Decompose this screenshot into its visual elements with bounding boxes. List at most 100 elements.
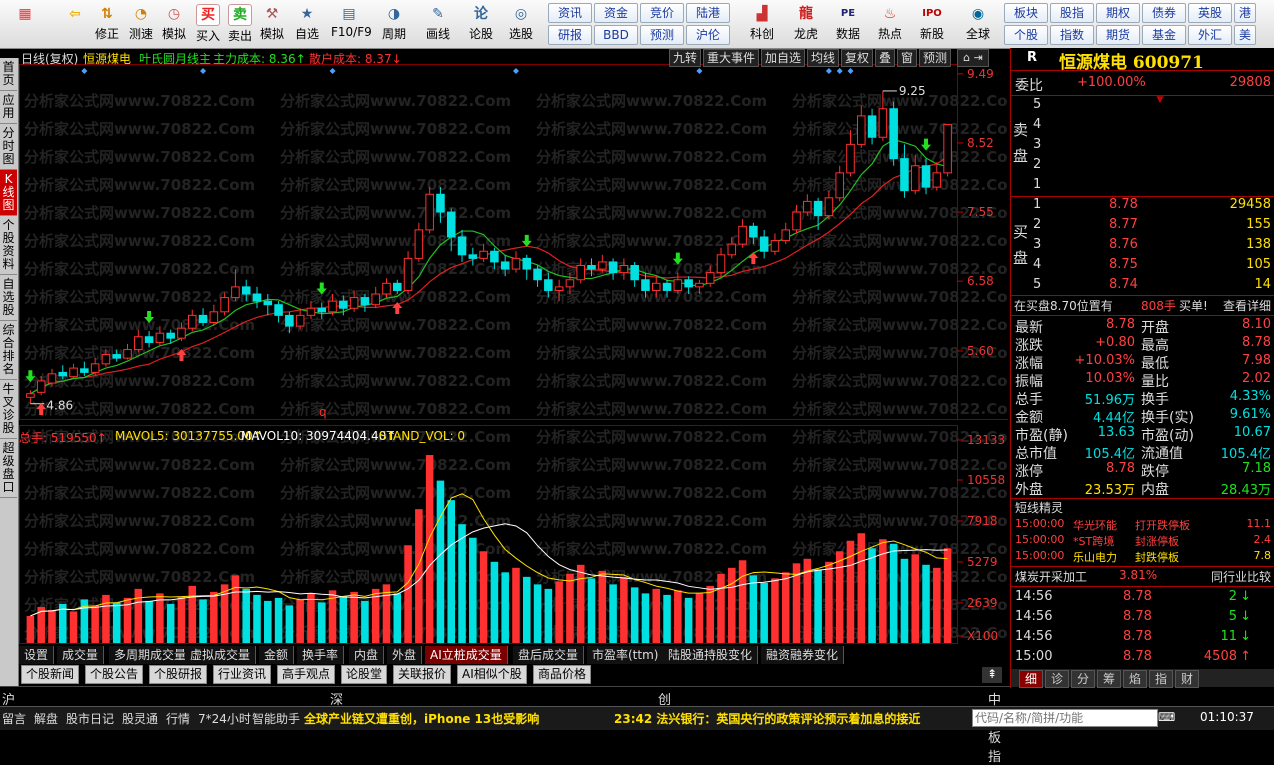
toolbar-small-button-1-2[interactable]: 预测: [640, 25, 684, 45]
indicator-tab-8[interactable]: AI立桩成交量: [425, 646, 508, 664]
toolbar-button-3[interactable]: ◔ 测速: [123, 2, 159, 46]
chart-button-5[interactable]: 叠: [875, 49, 896, 67]
panel-tab-5[interactable]: 指: [1149, 670, 1173, 688]
chart-button-2[interactable]: 加自选: [761, 49, 806, 67]
leftnav-item-7[interactable]: 牛叉诊股: [0, 380, 17, 439]
toolbar-market-button-0-4[interactable]: 英股: [1188, 3, 1232, 23]
toolbar-button-9[interactable]: ▤ F10/F9: [331, 2, 372, 46]
toolbar-button-12[interactable]: 论论股: [463, 2, 499, 46]
toolbar-button-0[interactable]: ▦: [2, 2, 48, 46]
info-tab-4[interactable]: 高手观点: [277, 665, 336, 684]
toolbar-market-button-0-5[interactable]: 港: [1234, 3, 1256, 23]
panel-tab-4[interactable]: 焰: [1123, 670, 1147, 688]
toolbar-small-button-0-2[interactable]: 竞价: [640, 3, 684, 23]
chart-button-3[interactable]: 均线: [807, 49, 840, 67]
toolbar-button-8[interactable]: ★ 自选: [289, 2, 325, 46]
leftnav-item-4[interactable]: 个股资料: [0, 216, 17, 275]
info-tab-7[interactable]: AI相似个股: [457, 665, 527, 684]
chart-button-6[interactable]: 窗: [897, 49, 918, 67]
toolbar-icon-button-0[interactable]: ▟ 科创: [742, 2, 782, 46]
indicator-tab-4[interactable]: 金额: [259, 646, 295, 664]
toolbar-small-button-0-3[interactable]: 陆港: [686, 3, 730, 23]
indicator-tab-11[interactable]: 陆股通持股变化: [663, 646, 759, 664]
panel-tab-2[interactable]: 分: [1071, 670, 1095, 688]
status-item-6[interactable]: 智能助手: [252, 710, 300, 727]
status-item-4[interactable]: 行情: [166, 710, 190, 727]
indicator-tab-12[interactable]: 融资融券变化: [761, 646, 845, 664]
leftnav-item-2[interactable]: 分时图: [0, 124, 17, 170]
leftnav-item-3[interactable]: K线图: [0, 170, 17, 216]
toolbar-market-button-1-4[interactable]: 外汇: [1188, 25, 1232, 45]
toolbar-icon-button-1[interactable]: 龍龙虎: [786, 2, 826, 46]
leftnav-item-5[interactable]: 自选股: [0, 275, 17, 321]
news-ticker-1[interactable]: 全球产业链又遭重创，iPhone 13也受影响: [304, 710, 539, 727]
indicator-tab-2[interactable]: 多周期成交量: [109, 646, 193, 664]
indicator-tab-6[interactable]: 内盘: [349, 646, 385, 664]
status-item-1[interactable]: 解盘: [34, 710, 58, 727]
chart-button-7[interactable]: 预测: [919, 49, 952, 67]
chart-button-0[interactable]: 九转: [669, 49, 702, 67]
spirit-stock[interactable]: 乐山电力: [1073, 549, 1117, 565]
leftnav-item-6[interactable]: 综合排名: [0, 321, 17, 380]
toolbar-button-11[interactable]: ✎ 画线: [420, 2, 456, 46]
toolbar-small-button-0-1[interactable]: 资金: [594, 3, 638, 23]
info-tab-3[interactable]: 行业资讯: [213, 665, 272, 684]
leftnav-item-0[interactable]: 首页: [0, 58, 17, 91]
panel-tab-0[interactable]: 细: [1019, 670, 1043, 688]
quick-search-input[interactable]: [972, 709, 1158, 727]
kline-chart-area[interactable]: 分析家公式网www.70822.Com 分析家公式网www.70822.Com 分析…: [19, 48, 1023, 670]
chart-button-4[interactable]: 复权: [841, 49, 874, 67]
toolbar-button-6[interactable]: 卖卖出: [222, 2, 258, 46]
toolbar-market-button-1-5[interactable]: 美: [1234, 25, 1256, 45]
indicator-tab-0[interactable]: 设置: [19, 646, 55, 664]
toolbar-market-button-1-2[interactable]: 期货: [1096, 25, 1140, 45]
toolbar-icon-button-2[interactable]: PE 数据: [828, 2, 868, 46]
status-item-5[interactable]: 7*24小时: [198, 710, 251, 727]
toolbar-button-7[interactable]: ⚒ 模拟: [254, 2, 290, 46]
status-item-0[interactable]: 留言: [2, 710, 26, 727]
news-ticker-2[interactable]: 23:42 法兴银行：英国央行的政策评论预示着加息的接近: [614, 710, 920, 727]
status-item-3[interactable]: 股灵通: [122, 710, 158, 727]
chart-close-icon[interactable]: ⌂ ⇥: [957, 49, 989, 67]
indicator-tab-9[interactable]: 盘后成交量: [513, 646, 585, 664]
toolbar-button-5[interactable]: 买买入: [190, 2, 226, 46]
toolbar-button-13[interactable]: ◎ 选股: [503, 2, 539, 46]
toolbar-small-button-1-0[interactable]: 研报: [548, 25, 592, 45]
toolbar-button-2[interactable]: ⇅ 修正: [89, 2, 125, 46]
info-tab-6[interactable]: 关联报价: [393, 665, 452, 684]
toolbar-small-button-0-0[interactable]: 资讯: [548, 3, 592, 23]
toolbar-icon-button-5[interactable]: ◉ 全球: [958, 2, 998, 46]
toolbar-market-button-0-1[interactable]: 股指: [1050, 3, 1094, 23]
kline-chart-svg[interactable]: 分析家公式网www.70822.Com 分析家公式网www.70822.Com 分析…: [19, 48, 1023, 670]
toolbar-market-button-0-0[interactable]: 板块: [1004, 3, 1048, 23]
toolbar-market-button-1-0[interactable]: 个股: [1004, 25, 1048, 45]
tabs-up-arrow-icon[interactable]: ⇞: [982, 667, 1002, 683]
panel-tab-3[interactable]: 筹: [1097, 670, 1121, 688]
toolbar-button-4[interactable]: ◷ 模拟: [156, 2, 192, 46]
leftnav-item-1[interactable]: 应用: [0, 91, 17, 124]
info-tab-0[interactable]: 个股新闻: [21, 665, 80, 684]
indicator-tab-3[interactable]: 虚拟成交量: [185, 646, 257, 664]
search-icon[interactable]: ⌨: [1158, 710, 1175, 724]
industry-compare-link[interactable]: 同行业比较: [1211, 568, 1271, 585]
info-tab-5[interactable]: 论股堂: [341, 665, 388, 684]
spirit-stock[interactable]: 华光环能: [1073, 517, 1117, 533]
toolbar-market-button-0-3[interactable]: 债券: [1142, 3, 1186, 23]
spirit-stock[interactable]: *ST跨境: [1073, 533, 1114, 549]
panel-tab-1[interactable]: 诊: [1045, 670, 1069, 688]
industry-name[interactable]: 煤炭开采加工: [1015, 568, 1087, 585]
toolbar-button-10[interactable]: ◑ 周期: [376, 2, 412, 46]
toolbar-small-button-1-3[interactable]: 沪伦: [686, 25, 730, 45]
toolbar-market-button-1-3[interactable]: 基金: [1142, 25, 1186, 45]
indicator-tab-1[interactable]: 成交量: [57, 646, 105, 664]
chart-button-1[interactable]: 重大事件: [703, 49, 760, 67]
status-item-2[interactable]: 股市日记: [66, 710, 114, 727]
order-notice-link[interactable]: 查看详细: [1223, 297, 1271, 314]
toolbar-market-button-1-1[interactable]: 指数: [1050, 25, 1094, 45]
toolbar-icon-button-4[interactable]: IPO 新股: [912, 2, 952, 46]
toolbar-small-button-1-1[interactable]: BBD: [594, 25, 638, 45]
info-tab-8[interactable]: 商品价格: [533, 665, 592, 684]
info-tab-2[interactable]: 个股研报: [149, 665, 208, 684]
toolbar-icon-button-3[interactable]: ♨ 热点: [870, 2, 910, 46]
leftnav-item-8[interactable]: 超级盘口: [0, 439, 17, 498]
